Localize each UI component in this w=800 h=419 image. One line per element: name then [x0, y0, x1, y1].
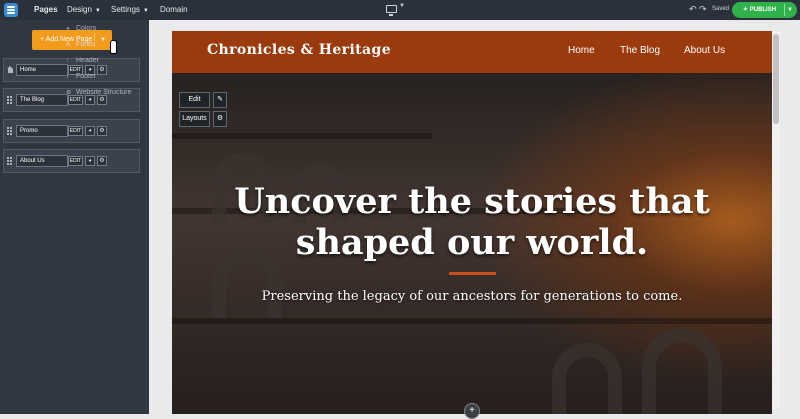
hero-section[interactable]: Edit ✎ Layouts ⚙ Uncover the stories tha…: [172, 73, 772, 414]
font-icon: A: [66, 42, 71, 48]
decorative-arch: [642, 328, 722, 414]
nav-domain[interactable]: Domain: [160, 0, 188, 20]
menu-item-website-structure[interactable]: ⚙ Website Structure: [66, 87, 132, 99]
site-nav-about[interactable]: About Us: [684, 45, 725, 56]
gear-icon[interactable]: ⚙: [213, 111, 227, 127]
chevron-down-icon: ▼: [142, 8, 149, 14]
nav-pages[interactable]: Pages: [34, 0, 58, 20]
home-icon: [7, 66, 14, 73]
desktop-icon[interactable]: [386, 5, 397, 16]
menu-item-fonts[interactable]: A Fonts: [66, 39, 94, 51]
hero-heading[interactable]: Uncover the stories that shaped our worl…: [232, 181, 712, 263]
layouts-button[interactable]: Layouts: [179, 111, 210, 127]
page-row-promo[interactable]: Promo EDIT ◕ ⚙: [3, 119, 140, 143]
chevron-down-icon[interactable]: ▼: [787, 2, 793, 18]
drag-handle-icon[interactable]: [7, 127, 13, 136]
nav-design[interactable]: Design ▼: [67, 0, 101, 20]
logo-icon[interactable]: [4, 3, 18, 17]
design-dropdown-menu: ◕ Colors A Fonts ↑ Header ↓ Footer ⚙ Website …: [60, 21, 142, 101]
publish-button[interactable]: ✦ PUBLISH ▼: [732, 2, 797, 18]
megaphone-icon: ✦: [743, 7, 749, 13]
gear-icon[interactable]: ⚙: [97, 156, 107, 166]
arrow-down-icon: ↓: [66, 74, 69, 80]
decorative-band: [172, 318, 772, 324]
palette-icon[interactable]: ◕: [85, 126, 95, 136]
menu-item-header[interactable]: ↑ Header: [66, 55, 99, 67]
hero-divider: [449, 272, 496, 275]
nav-settings[interactable]: Settings ▼: [111, 0, 149, 20]
site-nav-blog[interactable]: The Blog: [620, 45, 660, 56]
edit-page-button[interactable]: EDIT: [68, 126, 83, 136]
palette-icon[interactable]: ◕: [85, 156, 95, 166]
preview-scrollbar[interactable]: [772, 31, 780, 409]
drag-handle-icon[interactable]: [7, 96, 13, 105]
drag-handle-icon[interactable]: [7, 157, 13, 166]
site-nav-home[interactable]: Home: [568, 45, 595, 56]
section-edit-button[interactable]: Edit: [179, 92, 210, 108]
page-row-about-us[interactable]: About Us EDIT ◕ ⚙: [3, 149, 140, 173]
decorative-arch: [552, 343, 622, 414]
plus-icon: +: [40, 36, 45, 43]
pen-icon[interactable]: ✎: [213, 92, 227, 108]
divider: [784, 4, 785, 16]
scrollbar-thumb[interactable]: [773, 34, 779, 124]
hand-cursor-icon: [108, 40, 118, 54]
decorative-band: [172, 133, 432, 139]
chevron-down-icon: ▼: [94, 8, 101, 14]
add-section-plus-icon[interactable]: +: [464, 403, 480, 419]
gear-icon: ⚙: [66, 90, 72, 96]
website-preview: Chronicles & Heritage Home The Blog Abou…: [172, 31, 772, 414]
menu-item-footer[interactable]: ↓ Footer: [66, 71, 96, 83]
page-name-field[interactable]: Promo: [16, 125, 68, 137]
chevron-down-icon[interactable]: ▼: [399, 3, 405, 9]
menu-item-colors[interactable]: ◕ Colors: [66, 23, 96, 35]
page-name-field[interactable]: About Us: [16, 155, 68, 167]
save-status: Saved: [712, 6, 730, 12]
top-bar: Pages Design ▼ Settings ▼ Domain ▼ ↶ ↷ Sav…: [0, 0, 800, 20]
arrow-up-icon: ↑: [66, 58, 69, 64]
redo-icon[interactable]: ↷: [699, 4, 707, 15]
undo-icon[interactable]: ↶: [689, 4, 697, 15]
palette-icon: ◕: [66, 26, 70, 32]
hero-subheading[interactable]: Preserving the legacy of our ancestors f…: [232, 289, 712, 304]
site-title[interactable]: Chronicles & Heritage: [207, 42, 391, 58]
site-header[interactable]: Chronicles & Heritage Home The Blog Abou…: [172, 31, 772, 73]
gear-icon[interactable]: ⚙: [97, 126, 107, 136]
edit-page-button[interactable]: EDIT: [68, 156, 83, 166]
